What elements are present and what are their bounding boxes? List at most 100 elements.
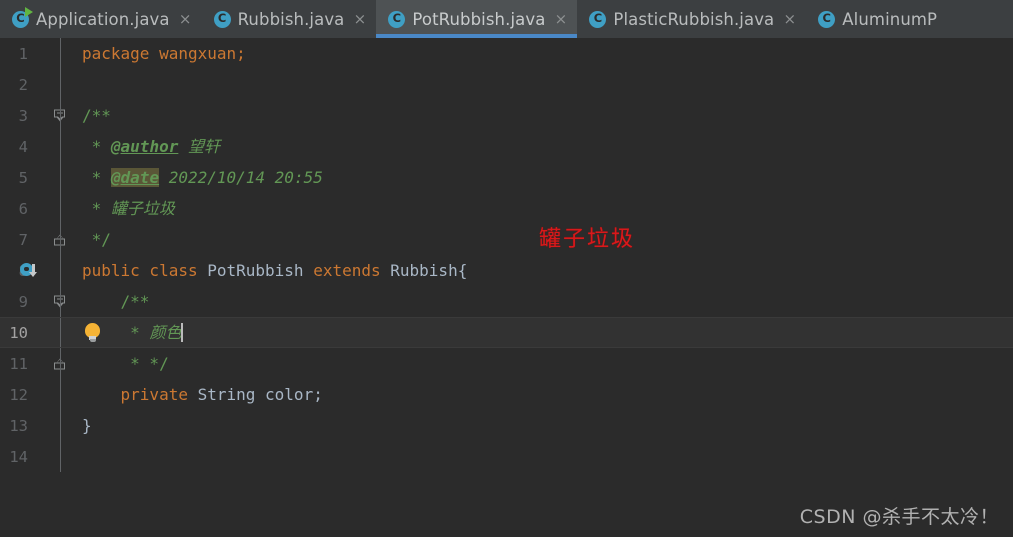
code-line[interactable]: 1 package wangxuan; [0,38,1013,69]
close-icon[interactable]: × [353,11,367,27]
java-class-icon: C [388,10,406,28]
editor-tab-label: AluminumP [842,9,938,29]
gutter[interactable]: 4 [0,131,62,162]
code-line-current[interactable]: 10 * 颜色 [0,317,1013,348]
line-number: 1 [18,44,28,63]
code-text: private String color; [62,384,323,404]
gutter[interactable]: 14 [0,441,62,472]
comment-token: * [82,167,111,187]
line-number: 6 [18,199,28,218]
line-number: 3 [18,106,28,125]
code-text: /** [62,291,150,311]
code-text: package wangxuan; [62,43,246,63]
gutter-divider [60,162,61,193]
javadoc-author-tag: @author [110,136,179,156]
line-number: 10 [9,323,28,342]
code-line[interactable]: 14 [0,441,1013,472]
comment-token: * 罐子垃圾 [82,198,175,218]
gutter-divider [60,100,61,131]
line-number: 13 [9,416,28,435]
code-line[interactable]: 9 /** [0,286,1013,317]
comment-token: */ [82,229,111,249]
text-caret [181,323,184,342]
code-lines: 1 package wangxuan; 2 3 /** 4 * @author … [0,38,1013,472]
code-text: /** [62,105,111,125]
gutter[interactable]: 10 [0,318,62,347]
code-line[interactable]: 2 [0,69,1013,100]
gutter-divider [60,224,61,255]
code-line[interactable]: 11 * */ [0,348,1013,379]
javadoc-description-value: 颜色 [149,323,182,342]
code-line[interactable]: 4 * @author 望轩 [0,131,1013,162]
code-line[interactable]: 7 */ [0,224,1013,255]
gutter-divider [60,410,61,441]
code-line[interactable]: 12 private String color; [0,379,1013,410]
code-text: } [62,417,92,434]
line-number: 14 [9,447,28,466]
gutter-divider [60,255,61,286]
gutter[interactable]: 9 [0,286,65,317]
gutter[interactable]: 1 [0,38,62,69]
gutter[interactable]: 12 [0,379,62,410]
code-line[interactable]: 3 /** [0,100,1013,131]
gutter-divider [60,38,61,69]
code-text: * @author 望轩 [62,136,220,156]
gutter[interactable]: 2 [0,69,62,100]
editor-tab-rubbish[interactable]: C Rubbish.java × [201,0,377,38]
lightbulb-icon[interactable] [84,322,102,343]
editor-tab-label: PlasticRubbish.java [613,9,775,29]
gutter-divider [60,69,61,100]
code-text: */ [62,229,111,249]
editor-tab-potrubbish[interactable]: C PotRubbish.java × [376,0,578,38]
editor-tab-bar: C Application.java × C Rubbish.java × C … [0,0,1013,38]
java-runnable-class-icon: C [12,6,33,28]
line-number: 4 [18,137,28,156]
gutter[interactable]: 8 [0,255,62,286]
gutter-divider [60,193,61,224]
gutter[interactable]: 5 [0,162,62,193]
gutter-divider [60,348,61,379]
overriding-method-icon[interactable] [20,262,44,280]
close-icon[interactable]: × [179,11,192,27]
comment-token: /** [82,105,111,125]
code-line[interactable]: 6 * 罐子垃圾 [0,193,1013,224]
code-editor[interactable]: 1 package wangxuan; 2 3 /** 4 * @author … [0,38,1013,537]
keyword-token: private [82,384,198,404]
editor-tab-plasticrubbish[interactable]: C PlasticRubbish.java × [577,0,807,38]
gutter-divider [60,379,61,410]
gutter-divider [60,441,61,472]
gutter[interactable]: 7 [0,224,65,255]
editor-tab-aluminum[interactable]: C AluminumP [806,0,948,38]
java-class-icon: C [213,10,231,28]
class-name-token: PotRubbish [207,260,314,280]
java-class-icon: C [818,10,836,28]
editor-tab-application[interactable]: C Application.java × [0,0,202,38]
gutter[interactable]: 6 [0,193,62,224]
close-icon[interactable]: × [783,11,796,27]
line-number: 2 [18,75,28,94]
gutter[interactable]: 13 [0,410,62,441]
code-text: * 颜色 [62,323,184,342]
csdn-watermark: CSDN @杀手不太冷！ [799,506,999,528]
comment-token: /** [82,291,150,311]
comment-token: * [82,136,111,156]
keyword-token: package wangxuan; [82,43,246,63]
field-name-token: color; [265,384,323,404]
line-number: 9 [18,292,28,311]
javadoc-date-value: 2022/10/14 20:55 [159,167,323,187]
code-line[interactable]: 13 } [0,410,1013,441]
gutter[interactable]: 11 [0,348,65,379]
javadoc-date-tag: @date [110,167,160,187]
gutter-divider [60,318,61,347]
editor-tab-label: PotRubbish.java [412,9,546,29]
type-token: String [197,384,266,404]
close-icon[interactable]: × [554,11,568,27]
gutter-divider [60,286,61,317]
code-line[interactable]: 8 public class PotRubbish extends Rubbis… [0,255,1013,286]
code-line[interactable]: 5 * @date 2022/10/14 20:55 [0,162,1013,193]
editor-tab-label: Application.java [36,9,170,29]
red-annotation-label: 罐子垃圾 [539,227,636,252]
gutter[interactable]: 3 [0,100,65,131]
ide-window: C Application.java × C Rubbish.java × C … [0,0,1013,537]
line-number: 12 [9,385,28,404]
